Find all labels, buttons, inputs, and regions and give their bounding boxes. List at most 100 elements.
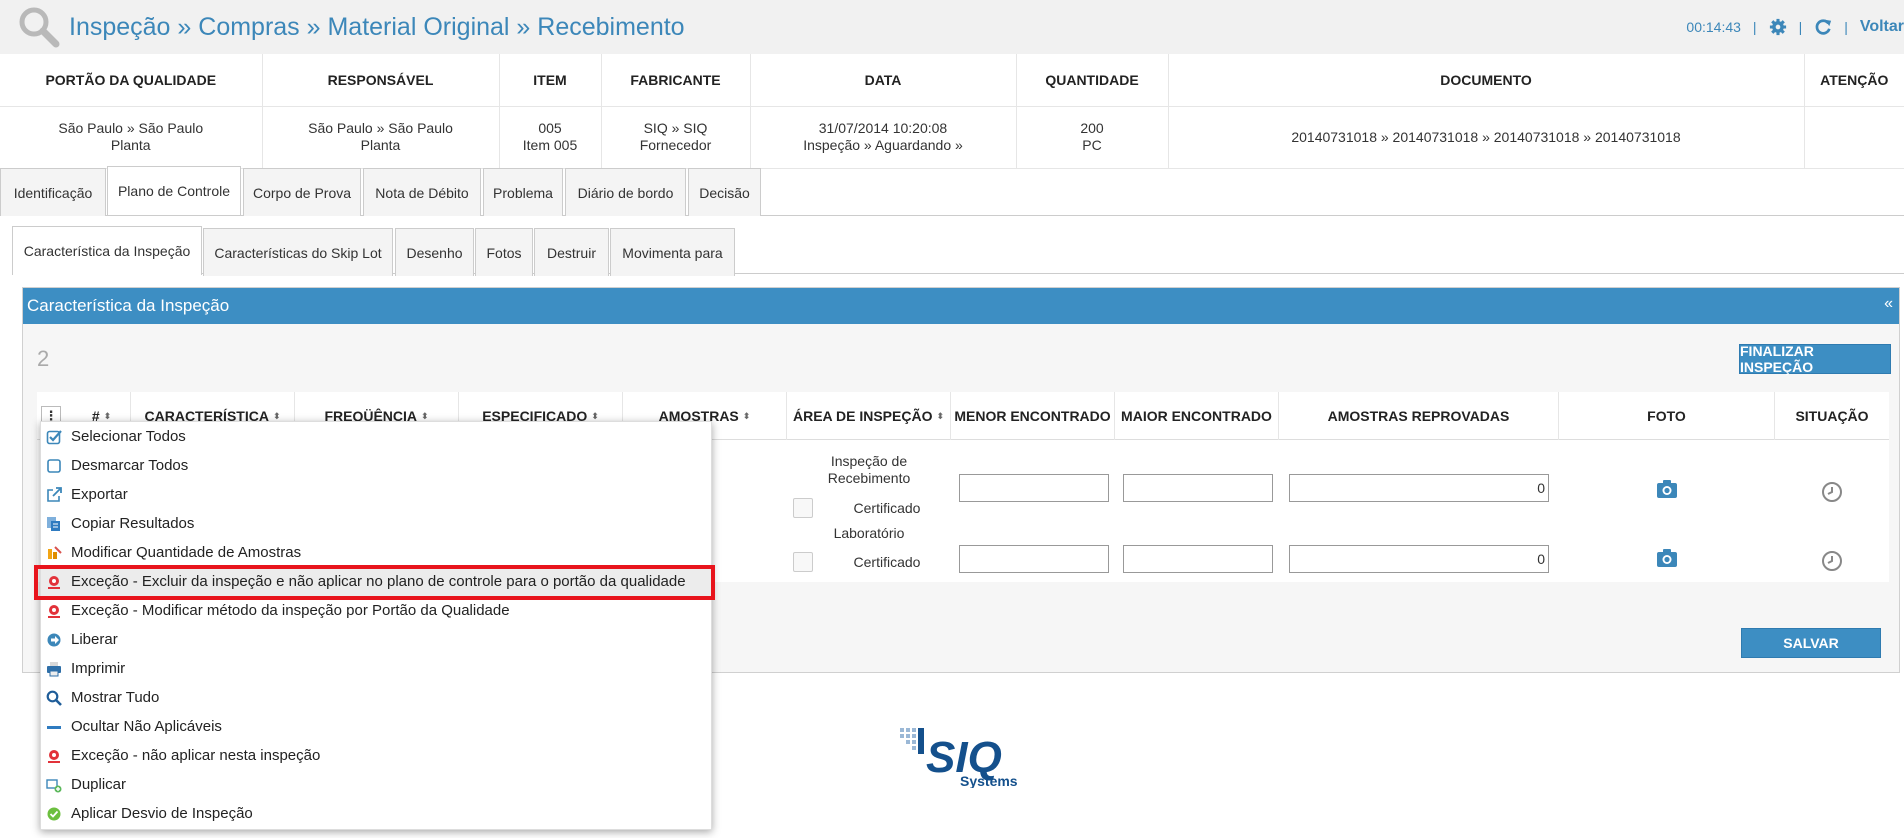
page-title: Inspeção » Compras » Material Original »… <box>69 13 685 41</box>
menu-item-release[interactable]: Liberar <box>41 625 713 654</box>
menu-item-show-all[interactable]: Mostrar Tudo <box>41 683 713 712</box>
tab-nota-de-debito[interactable]: Nota de Débito <box>363 168 481 216</box>
cell-responsavel: São Paulo » São Paulo Planta <box>262 106 500 169</box>
menu-item-label: Ocultar Não Aplicáveis <box>71 718 222 735</box>
menu-item-label: Modificar Quantidade de Amostras <box>71 544 302 561</box>
printer-icon <box>47 661 61 676</box>
menu-item-label: Exceção - não aplicar nesta inspeção <box>71 747 321 764</box>
certificado-checkbox[interactable] <box>793 498 813 518</box>
cell-line: 20140731018 » 20140731018 » 20140731018 … <box>1291 128 1681 145</box>
menu-item-select-all[interactable]: Selecionar Todos <box>41 422 713 451</box>
tab-diario-de-bordo[interactable]: Diário de bordo <box>565 168 686 216</box>
camera-icon[interactable] <box>1656 548 1678 568</box>
separator: | <box>1844 19 1848 35</box>
col-portao: PORTÃO DA QUALIDADE <box>0 54 263 107</box>
cell-line: PC <box>1082 137 1102 153</box>
clock-status-icon <box>1822 482 1842 502</box>
info-value-row: São Paulo » São Paulo Planta São Paulo » … <box>0 106 1904 169</box>
panel-title: Característica da Inspeção <box>27 296 230 315</box>
menu-item-modify-samples[interactable]: Modificar Quantidade de Amostras <box>41 538 713 567</box>
inspection-info-table: PORTÃO DA QUALIDADE RESPONSÁVEL ITEM FAB… <box>0 54 1904 169</box>
cell-atencao <box>1804 106 1904 169</box>
checkbox-empty-icon <box>47 458 61 473</box>
amostras-reprovadas-input[interactable]: 0 <box>1289 474 1549 502</box>
record-count: 2 <box>37 346 50 371</box>
tab-identificacao[interactable]: Identificação <box>0 168 106 216</box>
col-situacao: SITUAÇÃO <box>1795 408 1869 424</box>
amostras-reprovadas-input[interactable]: 0 <box>1289 545 1549 573</box>
exception-icon <box>48 749 60 763</box>
col-responsavel: RESPONSÁVEL <box>262 54 500 107</box>
menor-encontrado-input[interactable] <box>959 545 1109 573</box>
separator: | <box>1798 19 1803 35</box>
gear-icon[interactable] <box>1769 18 1787 36</box>
cell-portao: São Paulo » São Paulo Planta <box>0 106 263 169</box>
refresh-icon[interactable] <box>1814 18 1832 36</box>
tab-movimenta-para[interactable]: Movimenta para <box>610 228 735 276</box>
col-area-inspecao[interactable]: ÁREA DE INSPEÇÃO ⬍ <box>787 392 951 440</box>
menu-item-label: Duplicar <box>71 776 127 793</box>
cell-data: 31/07/2014 10:20:08 Inspeção » Aguardando… <box>750 106 1017 169</box>
header-actions: 00:14:43 | | | Voltar <box>1686 17 1904 37</box>
finalize-inspection-button[interactable]: FINALIZAR INSPEÇÃO <box>1739 343 1891 375</box>
checkbox-checked-icon <box>46 429 62 444</box>
certificado-checkbox[interactable] <box>793 552 813 572</box>
cell-quantidade: 200 PC <box>1016 106 1169 169</box>
menu-item-export[interactable]: Exportar <box>41 480 713 509</box>
menu-item-deselect-all[interactable]: Desmarcar Todos <box>41 451 713 480</box>
col-item: ITEM <box>499 54 602 107</box>
menor-encontrado-input[interactable] <box>959 474 1109 502</box>
cell-documento: 20140731018 » 20140731018 » 20140731018 … <box>1168 106 1805 169</box>
menu-item-exception-not-apply[interactable]: Exceção - não aplicar nesta inspeção <box>41 741 713 770</box>
maior-encontrado-input[interactable] <box>1123 545 1273 573</box>
cell-line: São Paulo » São Paulo <box>308 120 453 136</box>
menu-item-exception-modify-method[interactable]: Exceção - Modificar método da inspeção p… <box>41 596 713 625</box>
tab-skip-lot[interactable]: Características do Skip Lot <box>203 228 393 276</box>
tab-problema[interactable]: Problema <box>483 168 563 216</box>
cell-line: Inspeção » Aguardando » <box>803 137 963 153</box>
separator: | <box>1752 19 1757 35</box>
cell-line: São Paulo » São Paulo <box>58 120 204 136</box>
search-icon <box>46 690 62 706</box>
tab-fotos[interactable]: Fotos <box>475 228 533 276</box>
certificado-label: Certificado <box>853 554 921 570</box>
area-inspecao-cell: Inspeção de Recebimento <box>827 453 911 486</box>
tab-decisao[interactable]: Decisão <box>688 168 761 216</box>
menu-item-hide-not-applicable[interactable]: Ocultar Não Aplicáveis <box>41 712 713 741</box>
tab-corpo-de-prova[interactable]: Corpo de Prova <box>243 168 361 216</box>
exception-icon <box>48 604 60 618</box>
tab-desenho[interactable]: Desenho <box>395 228 474 276</box>
save-button[interactable]: SALVAR <box>1741 628 1881 658</box>
sort-icon: ⬍ <box>742 411 751 421</box>
menu-item-label: Imprimir <box>71 660 126 677</box>
minus-icon <box>47 725 61 729</box>
col-foto: FOTO <box>1559 392 1775 440</box>
sub-tabs: Característica da Inspeção Característic… <box>12 226 1904 276</box>
release-arrow-icon <box>47 633 61 646</box>
info-header-row: PORTÃO DA QUALIDADE RESPONSÁVEL ITEM FAB… <box>0 54 1904 107</box>
edit-samples-icon <box>48 545 62 559</box>
cell-item: 005 Item 005 <box>499 106 602 169</box>
menu-item-apply-deviation[interactable]: Aplicar Desvio de Inspeção <box>41 799 713 828</box>
menu-item-print[interactable]: Imprimir <box>41 654 713 683</box>
col-label: ÁREA DE INSPEÇÃO <box>792 408 933 424</box>
col-fabricante: FABRICANTE <box>601 54 751 107</box>
check-circle-icon <box>47 807 61 820</box>
collapse-button[interactable]: « <box>1884 295 1893 313</box>
back-link[interactable]: Voltar <box>1860 18 1904 36</box>
maior-encontrado-input[interactable] <box>1123 474 1273 502</box>
cell-line: Planta <box>110 137 151 153</box>
siq-systems-logo: SIQ Systems <box>900 728 1018 788</box>
menu-item-duplicate[interactable]: Duplicar <box>41 770 713 799</box>
tab-destruir[interactable]: Destruir <box>534 228 609 276</box>
certificado-label: Certificado <box>853 500 921 516</box>
col-atencao: ATENÇÃO <box>1804 54 1904 107</box>
cell-line: 31/07/2014 10:20:08 <box>818 120 948 136</box>
menu-item-copy-results[interactable]: Copiar Resultados <box>41 509 713 538</box>
camera-icon[interactable] <box>1656 479 1678 499</box>
external-link-icon <box>47 486 62 502</box>
cell-line: Item 005 <box>522 137 578 153</box>
duplicate-icon <box>46 778 62 792</box>
tab-plano-de-controle[interactable]: Plano de Controle <box>107 166 241 215</box>
tab-caracteristica-inspecao[interactable]: Característica da Inspeção <box>12 226 202 275</box>
